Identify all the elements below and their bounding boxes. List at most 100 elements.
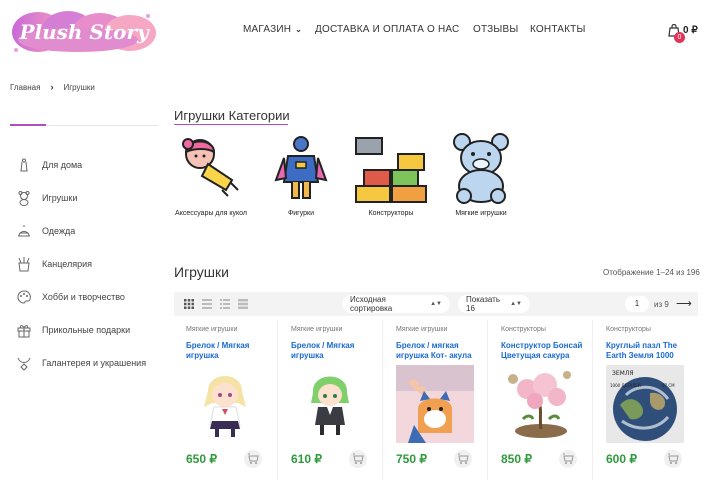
teddy-icon: [18, 190, 30, 206]
product-price: 850 ₽: [501, 452, 532, 466]
select-arrows-icon: ▲▼: [510, 301, 522, 307]
grid-view-icon[interactable]: [184, 299, 194, 309]
home-decor-icon: [20, 157, 28, 171]
categories-title-underline: [174, 124, 288, 125]
chevron-down-icon: ⌄: [295, 25, 303, 34]
sort-select-value: Исходная сортировка: [350, 295, 393, 313]
view-switcher: [184, 299, 248, 309]
sidebar-item-jewelry[interactable]: Галантерея и украшения: [16, 346, 146, 379]
hat-icon: [18, 224, 30, 236]
product-title[interactable]: Брелок / Мягкая игрушка: [291, 341, 375, 361]
add-to-cart-button[interactable]: [454, 450, 472, 468]
cart-icon: [248, 453, 259, 464]
puzzle-box-text: ЗЕМЛЯ: [612, 370, 634, 377]
product-category[interactable]: Конструкторы: [606, 326, 651, 333]
product-image[interactable]: [501, 365, 579, 443]
category-label: Конструкторы: [368, 210, 414, 217]
category-label: Мягкие игрушки: [455, 210, 507, 217]
product-image[interactable]: [186, 365, 264, 443]
detailed-list-icon[interactable]: [220, 299, 230, 309]
nav-delivery[interactable]: ДОСТАВКА И ОПЛАТА: [315, 24, 427, 35]
product-image[interactable]: ЗЕМЛЯ 1000 ДЕТАЛЕЙ 67 СМ: [606, 365, 684, 443]
figure-icon: [274, 136, 328, 199]
per-page-select[interactable]: Показать 16 ▲▼: [458, 295, 530, 313]
shop-toolbar: Исходная сортировка ▲▼ Показать 16 ▲▼ 1 …: [174, 292, 698, 316]
breadcrumb: Главная › Игрушки: [10, 82, 95, 92]
cart-icon: [563, 453, 574, 464]
doll-icon: [182, 138, 239, 197]
table-view-icon[interactable]: [238, 299, 248, 309]
category-soft-toys[interactable]: Мягкие игрушки: [442, 130, 520, 218]
product-category[interactable]: Мягкие игрушки: [186, 326, 237, 333]
product-card[interactable]: Мягкие игрушки Брелок / Мягкая игрушка 6…: [174, 320, 278, 480]
cart-icon: [458, 453, 469, 464]
product-category[interactable]: Мягкие игрушки: [291, 326, 342, 333]
cart-button[interactable]: 0 0 ₽: [668, 22, 708, 44]
cart-icon: [668, 453, 679, 464]
product-title[interactable]: Конструктор Бонсай Цветущая сакура: [501, 341, 585, 361]
product-image[interactable]: [396, 365, 474, 443]
sidebar-item-toys[interactable]: Игрушки: [16, 181, 146, 214]
product-card[interactable]: Конструкторы Конструктор Бонсай Цветущая…: [489, 320, 593, 480]
add-to-cart-button[interactable]: [349, 450, 367, 468]
nav-reviews[interactable]: ОТЗЫВЫ: [473, 24, 530, 35]
sidebar-item-label: Хобби и творчество: [42, 291, 125, 302]
sort-select[interactable]: Исходная сортировка ▲▼: [342, 295, 450, 313]
category-doll-accessories[interactable]: Аксессуары для кукол: [172, 130, 250, 218]
cart-total: 0 ₽: [683, 25, 698, 36]
product-price: 600 ₽: [606, 452, 637, 466]
add-to-cart-button[interactable]: [244, 450, 262, 468]
categories-title: Игрушки Категории: [174, 108, 290, 123]
breadcrumb-home[interactable]: Главная: [10, 83, 40, 92]
breadcrumb-current: Игрушки: [63, 82, 95, 92]
product-category[interactable]: Мягкие игрушки: [396, 326, 447, 333]
result-count: Отображение 1–24 из 196: [603, 268, 700, 277]
sidebar-item-home[interactable]: Для дома: [16, 148, 146, 181]
cart-icon: [353, 453, 364, 464]
teddy-bear-icon: [453, 133, 509, 204]
sidebar-item-hobby[interactable]: Хобби и творчество: [16, 280, 146, 313]
nav-contacts[interactable]: КОНТАКТЫ: [530, 24, 586, 35]
sidebar-item-label: Игрушки: [42, 192, 78, 203]
product-card[interactable]: Конструкторы Круглый пазл The Earth Земл…: [594, 320, 698, 480]
category-constructors[interactable]: Конструкторы: [352, 130, 430, 218]
product-card[interactable]: Мягкие игрушки Брелок / мягкая игрушка К…: [384, 320, 488, 480]
product-price: 610 ₽: [291, 452, 322, 466]
pencil-cup-icon: [18, 256, 30, 271]
product-image[interactable]: [291, 365, 369, 443]
product-price: 750 ₽: [396, 452, 427, 466]
sidebar-item-label: Одежда: [42, 225, 76, 236]
product-title[interactable]: Брелок / мягкая игрушка Кот- акула: [396, 341, 480, 361]
sidebar-item-stationery[interactable]: Канцелярия: [16, 247, 146, 280]
products-title: Игрушки: [174, 264, 229, 280]
list-view-icon[interactable]: [202, 299, 212, 309]
sidebar-item-label: Для дома: [42, 159, 83, 170]
bricks-icon: [355, 137, 427, 203]
sidebar-item-label: Канцелярия: [42, 258, 93, 269]
select-arrows-icon: ▲▼: [430, 301, 442, 307]
sidebar-item-gifts[interactable]: Прикольные подарки: [16, 313, 146, 346]
jewelry-icon: [17, 357, 31, 371]
gift-icon: [17, 324, 31, 337]
puzzle-box-text: 1000 ДЕТАЛЕЙ: [610, 383, 641, 388]
product-title[interactable]: Брелок / Мягкая игрушка: [186, 341, 270, 361]
sidebar-category-list: Для дома Игрушки Одежда Канцелярия Хобби…: [16, 148, 146, 379]
chevron-right-icon: ›: [50, 82, 54, 92]
main-nav: МАГАЗИН ⌄ ДОСТАВКА И ОПЛАТА О НАС ОТЗЫВЫ…: [243, 24, 586, 35]
product-price: 650 ₽: [186, 452, 217, 466]
add-to-cart-button[interactable]: [664, 450, 682, 468]
sidebar-item-label: Галантерея и украшения: [42, 357, 147, 368]
category-figures[interactable]: Фигурки: [262, 130, 340, 218]
brand-logo[interactable]: Plush Story: [8, 6, 160, 56]
next-page-arrow-icon[interactable]: ⟶: [676, 297, 692, 310]
logo-text: Plush Story: [18, 20, 150, 44]
page-number-input[interactable]: 1: [625, 296, 649, 312]
product-category[interactable]: Конструкторы: [501, 326, 546, 333]
product-card[interactable]: Мягкие игрушки Брелок / Мягкая игрушка 6…: [279, 320, 383, 480]
add-to-cart-button[interactable]: [559, 450, 577, 468]
palette-icon: [17, 290, 31, 304]
product-title[interactable]: Круглый пазл The Earth Земля 1000: [606, 341, 690, 361]
nav-shop[interactable]: МАГАЗИН ⌄: [243, 24, 315, 35]
sidebar-item-clothes[interactable]: Одежда: [16, 214, 146, 247]
nav-about[interactable]: О НАС: [427, 24, 473, 35]
